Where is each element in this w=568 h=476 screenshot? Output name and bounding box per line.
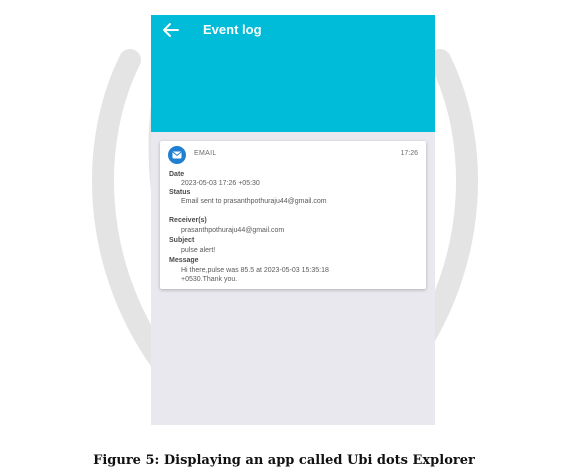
message-value-line1: Hi there,pulse was 85.5 at 2023-05-03 15… — [181, 267, 329, 274]
subject-label: Subject — [169, 237, 195, 244]
phone-screen: Event log EMAIL 17:26 Date 2023-05-03 17… — [151, 15, 435, 425]
message-value-line2: +0530.Thank you. — [181, 276, 238, 283]
status-value: Email sent to prasanthpothuraju44@gmail.… — [181, 198, 327, 205]
subject-value: pulse alert! — [181, 247, 216, 254]
email-icon — [168, 146, 186, 164]
event-card[interactable]: EMAIL 17:26 Date 2023-05-03 17:26 +05:30… — [160, 141, 426, 289]
app-bar: Event log — [151, 15, 435, 132]
event-card-header: EMAIL 17:26 — [168, 146, 418, 164]
event-time: 17:26 — [400, 150, 418, 157]
date-value: 2023-05-03 17:26 +05:30 — [181, 180, 260, 187]
event-type-label: EMAIL — [194, 150, 217, 157]
date-label: Date — [169, 171, 185, 178]
figure-caption: Figure 5: Displaying an app called Ubi d… — [93, 453, 475, 468]
arrow-left-icon[interactable] — [161, 21, 181, 39]
status-label: Status — [169, 189, 191, 196]
message-label: Message — [169, 257, 199, 264]
receivers-label: Receiver(s) — [169, 217, 207, 224]
receivers-value: prasanthpothuraju44@gmail.com — [181, 227, 285, 234]
page-title: Event log — [203, 22, 262, 37]
